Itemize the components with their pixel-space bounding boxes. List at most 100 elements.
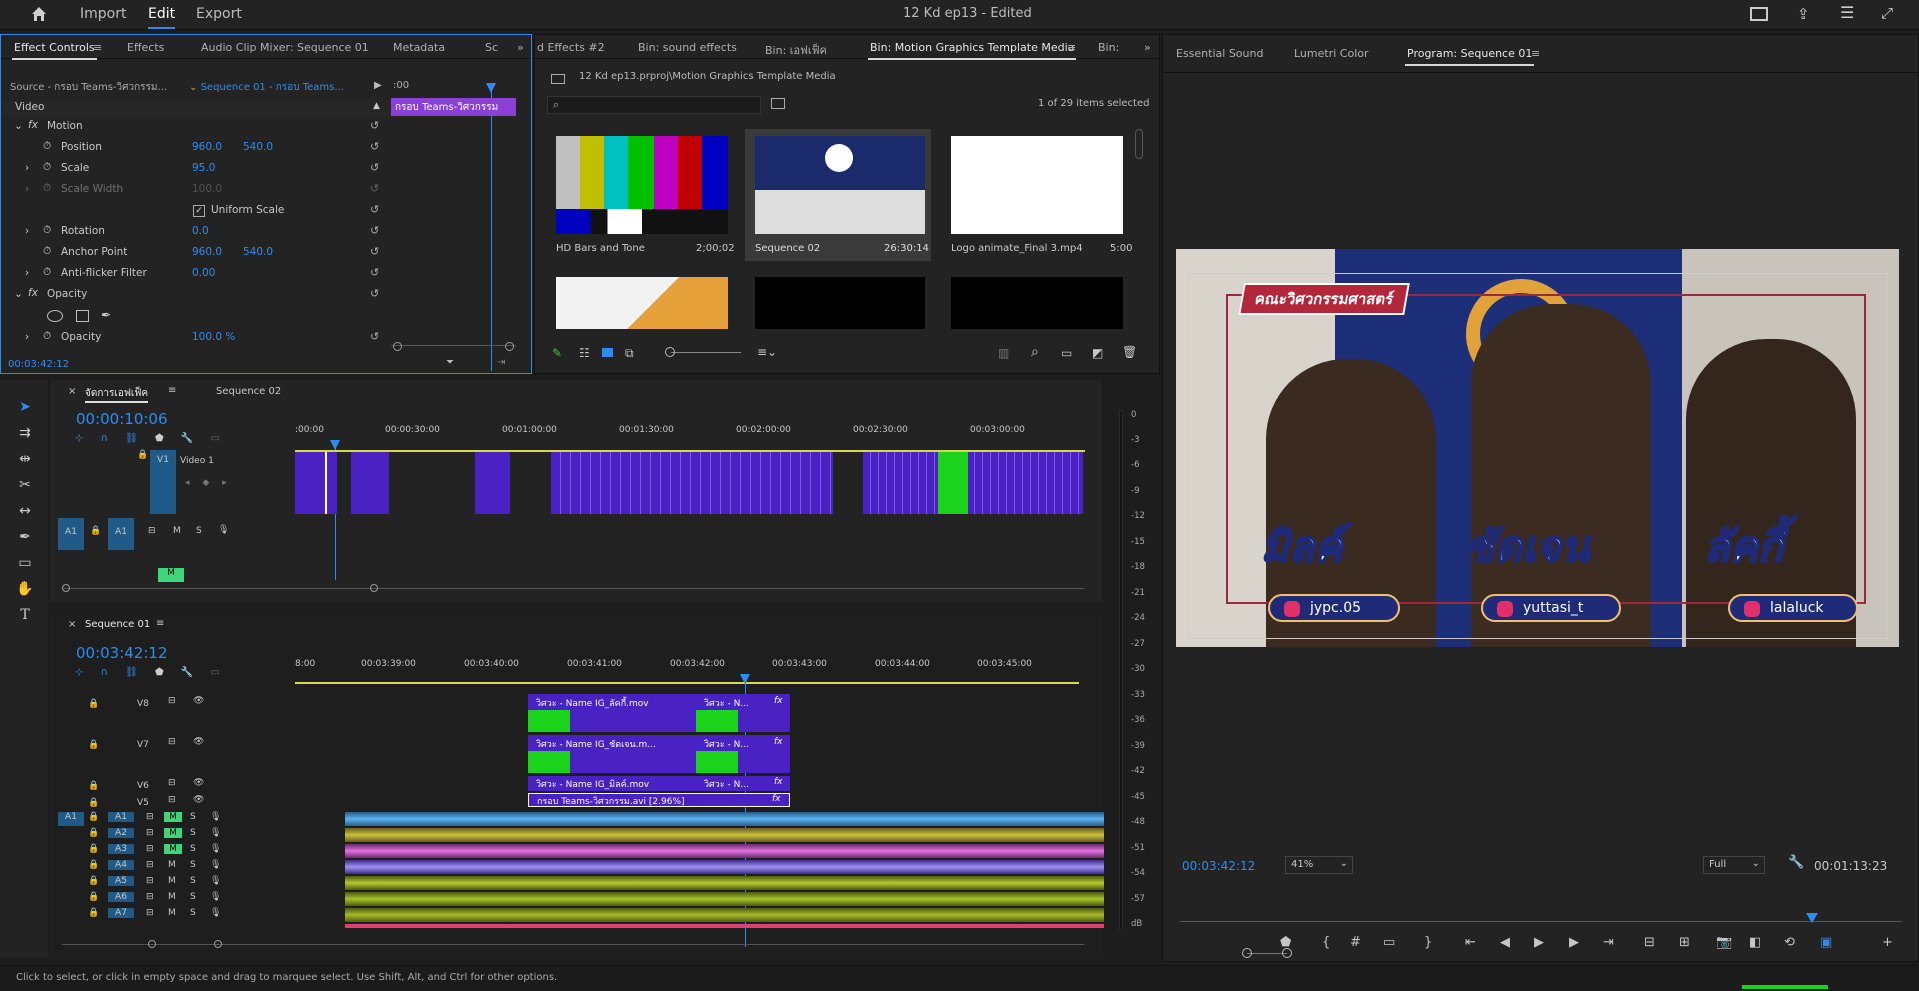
- mute-button[interactable]: M: [164, 844, 182, 854]
- audio-track-a7[interactable]: 🔒 A7 ⊟ M S 🎙: [88, 908, 288, 922]
- v7-clip-b[interactable]: วิศวะ - N... fx: [696, 735, 790, 773]
- zoom-handle-left[interactable]: [1242, 948, 1252, 958]
- v6-clip[interactable]: วิศวะ - Name IG_มิลค์.mov: [528, 776, 696, 791]
- tab-menu-icon[interactable]: ≡: [168, 385, 176, 396]
- safe-margins-icon[interactable]: ▣: [1820, 935, 1832, 950]
- lock-icon[interactable]: 🔒: [88, 699, 99, 709]
- uniform-scale-checkbox[interactable]: ✓: [193, 205, 205, 217]
- mic-icon[interactable]: 🎙: [210, 812, 221, 822]
- mute-button[interactable]: M: [164, 828, 182, 838]
- tab-lumetri-color[interactable]: Lumetri Color: [1294, 47, 1369, 60]
- nav-import[interactable]: Import: [80, 6, 126, 22]
- motion-row[interactable]: ⌄ fx Motion ↺: [1, 119, 391, 136]
- anchor-y[interactable]: 540.0: [243, 246, 273, 258]
- lift-icon[interactable]: ⊟: [1644, 935, 1655, 950]
- workspace-menu-icon[interactable]: ☰: [1840, 3, 1854, 22]
- lock-icon[interactable]: 🔒: [88, 828, 99, 838]
- snap-icon[interactable]: ∩: [101, 667, 108, 678]
- sync-lock-icon[interactable]: ⊟: [168, 737, 176, 747]
- zoom-slider-handle[interactable]: [665, 347, 675, 357]
- stopwatch-icon[interactable]: ⏱: [43, 161, 51, 174]
- tab-metadata[interactable]: Metadata: [393, 41, 445, 54]
- lock-icon[interactable]: 🔒: [88, 781, 99, 791]
- rect-mask-icon[interactable]: [76, 310, 89, 322]
- waveform-a7[interactable]: [345, 908, 1129, 922]
- go-to-in-icon[interactable]: ⇤: [1465, 935, 1476, 950]
- antiflicker-value[interactable]: 0.00: [192, 267, 215, 279]
- bin-item-sequence-02[interactable]: Sequence 02 26:30:14: [745, 129, 931, 261]
- collapse-icon[interactable]: ⌄: [14, 288, 23, 300]
- play-icon[interactable]: ▶: [1534, 935, 1544, 950]
- solo-button[interactable]: S: [190, 828, 196, 838]
- sync-lock-icon[interactable]: ⊟: [146, 812, 154, 822]
- quick-export-icon[interactable]: [1750, 7, 1768, 21]
- tab-program-sequence[interactable]: Program: Sequence 01: [1404, 47, 1535, 66]
- bin-scrollbar[interactable]: [1135, 129, 1143, 159]
- tab-effects-2[interactable]: d Effects #2: [537, 41, 605, 54]
- reset-icon[interactable]: ↺: [370, 266, 379, 279]
- track-select-icon[interactable]: ⇉: [14, 422, 36, 444]
- ec-export-icon[interactable]: ⇥: [497, 357, 505, 368]
- scale-row[interactable]: › ⏱ Scale 95.0 ↺: [1, 161, 391, 178]
- track-header-a1[interactable]: A1 🔒 A1 ⊟ M S 🎙: [58, 518, 292, 550]
- pen-tool-icon[interactable]: ✒: [14, 526, 36, 548]
- rotation-row[interactable]: › ⏱ Rotation 0.0 ↺: [1, 224, 391, 241]
- mic-icon[interactable]: 🎙: [210, 860, 221, 870]
- bin-row2-thumb-3[interactable]: [951, 277, 1123, 329]
- write-enable-icon[interactable]: ✎: [552, 346, 562, 360]
- timeline-top-hscroll[interactable]: [62, 584, 1084, 592]
- settings-wrench-icon[interactable]: 🔧: [181, 667, 193, 678]
- mic-icon[interactable]: 🎙: [210, 876, 221, 886]
- slip-tool-icon[interactable]: ↔: [14, 500, 36, 522]
- v1-track-area[interactable]: [295, 450, 1085, 514]
- hand-tool-icon[interactable]: ✋: [14, 578, 36, 600]
- position-row[interactable]: ⏱ Position 960.0 540.0 ↺: [1, 140, 391, 157]
- program-timecode[interactable]: 00:03:42:12: [1182, 859, 1255, 873]
- mic-icon[interactable]: 🎙: [210, 892, 221, 902]
- lock-icon[interactable]: 🔒: [137, 450, 148, 460]
- timeline-bottom-hscroll[interactable]: [62, 940, 1084, 948]
- fullscreen-icon[interactable]: ⤢: [1881, 4, 1893, 22]
- sync-lock-icon[interactable]: ⊟: [146, 908, 154, 918]
- extract-icon[interactable]: ⊞: [1679, 935, 1690, 950]
- eye-icon[interactable]: 👁: [193, 795, 204, 805]
- share-icon[interactable]: ⇪: [1797, 5, 1810, 23]
- uniform-scale-row[interactable]: ✓ Uniform Scale ↺: [1, 203, 391, 220]
- play-arrow-icon[interactable]: ▶: [374, 80, 382, 91]
- audio-track-a6[interactable]: 🔒 A6 ⊟ M S 🎙: [88, 892, 288, 906]
- comparison-view-icon[interactable]: ◧: [1749, 935, 1761, 950]
- sync-lock-icon[interactable]: ⊟: [146, 892, 154, 902]
- reset-icon[interactable]: ↺: [370, 224, 379, 237]
- program-scrub-bar[interactable]: [1180, 921, 1902, 922]
- solo-button[interactable]: S: [196, 526, 202, 536]
- quality-select[interactable]: Full ⌄: [1703, 856, 1765, 874]
- v1-clip[interactable]: [551, 450, 833, 514]
- scale-value[interactable]: 95.0: [192, 162, 215, 174]
- tabs-overflow-icon[interactable]: »: [1144, 41, 1151, 54]
- solo-button[interactable]: S: [190, 812, 196, 822]
- mute-button[interactable]: M: [173, 526, 181, 536]
- v6-clip-b[interactable]: วิศวะ - N... fx: [696, 776, 790, 791]
- opacity-row[interactable]: › ⏱ Opacity 100.0 % ↺: [1, 330, 391, 347]
- pen-mask-icon[interactable]: ✒: [101, 308, 111, 322]
- a1-source[interactable]: A1: [58, 812, 84, 826]
- razor-tool-icon[interactable]: ✂: [14, 474, 36, 496]
- scroll-handle-left[interactable]: [62, 584, 70, 592]
- bin-row2-thumb-2[interactable]: [755, 277, 925, 329]
- mark-clip-icon[interactable]: #: [1350, 935, 1361, 950]
- trash-icon[interactable]: 🗑: [1122, 345, 1137, 359]
- mute-button[interactable]: M: [168, 876, 176, 886]
- lock-icon[interactable]: 🔒: [88, 908, 99, 918]
- tabs-overflow-icon[interactable]: »: [517, 41, 524, 54]
- keyframe-nav[interactable]: ◂ ◆ ▸: [185, 478, 227, 488]
- v1-clip[interactable]: [475, 450, 510, 514]
- reset-icon[interactable]: ↺: [370, 245, 379, 258]
- scroll-handle-right[interactable]: [370, 584, 378, 592]
- rotation-value[interactable]: 0.0: [192, 225, 209, 237]
- settings-wrench-icon[interactable]: 🔧: [181, 433, 193, 444]
- bin-item-hd-bars[interactable]: HD Bars and Tone 2;00;02: [545, 129, 735, 289]
- v1-target[interactable]: V1: [150, 450, 176, 514]
- sync-lock-icon[interactable]: ⊟: [148, 526, 156, 536]
- tab-sequence-02[interactable]: Sequence 02: [216, 386, 281, 397]
- stopwatch-icon[interactable]: ⏱: [43, 224, 51, 237]
